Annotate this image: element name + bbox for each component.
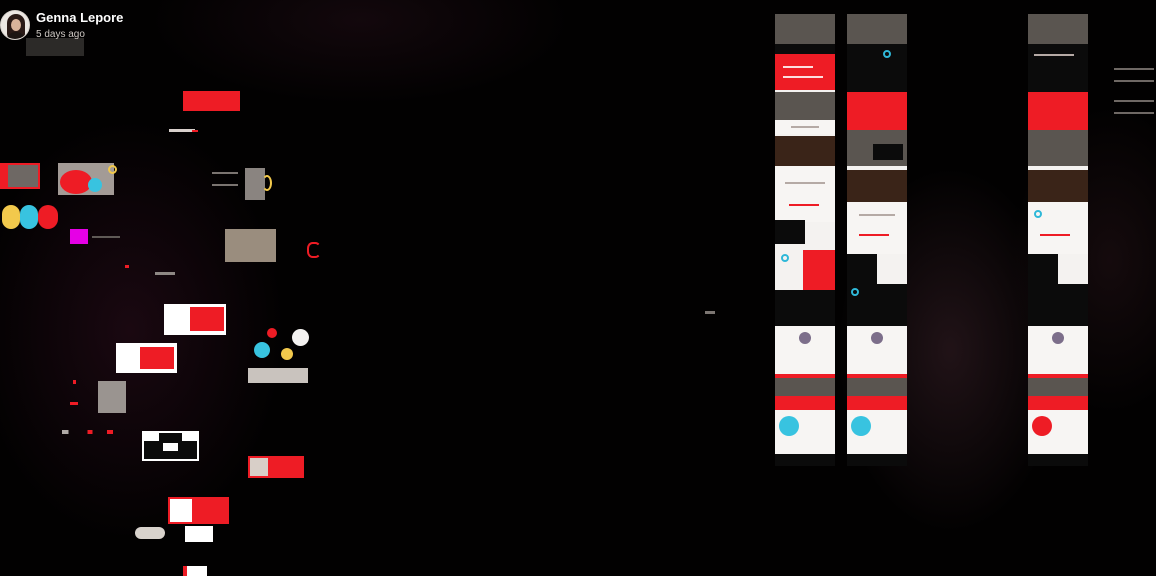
cyan-dot xyxy=(254,342,270,358)
red-pill xyxy=(38,205,58,229)
red-tiny-card xyxy=(183,566,207,576)
edge-text xyxy=(1114,100,1154,114)
group-photo xyxy=(225,229,276,262)
cyan-circle-badge xyxy=(88,178,102,192)
post-timestamp: 5 days ago xyxy=(36,29,85,40)
cursor-mark xyxy=(705,311,715,314)
bw-grid-cell xyxy=(163,443,178,451)
tiny-red xyxy=(125,265,129,268)
red-mini xyxy=(73,380,76,384)
cyan-pill xyxy=(20,205,38,229)
edge-text xyxy=(1114,68,1154,82)
small-bar-red xyxy=(192,130,198,132)
yellow-pill xyxy=(2,205,20,229)
avatar[interactable] xyxy=(0,10,30,40)
bw-grid-cell xyxy=(144,433,159,441)
author-name[interactable]: Genna Lepore xyxy=(36,10,123,25)
white-dot xyxy=(292,329,309,346)
swatch-label xyxy=(92,236,120,238)
red-banner xyxy=(183,91,240,111)
magenta-swatch xyxy=(70,229,88,244)
photo-strip xyxy=(248,368,308,383)
white-card-red-inner xyxy=(190,307,224,331)
bw-grid-cell xyxy=(182,433,197,441)
text-snippet xyxy=(212,172,238,186)
white-label xyxy=(185,526,213,542)
red-dot xyxy=(267,328,277,338)
design-screen-1[interactable] xyxy=(775,14,835,466)
photo-card xyxy=(8,165,38,187)
tiny-text xyxy=(155,272,175,275)
thumbnail-photo xyxy=(26,38,84,56)
white-card-inner xyxy=(140,347,174,369)
yellow-arc xyxy=(262,175,272,191)
icon-row xyxy=(62,430,126,434)
pill-buttons xyxy=(135,527,165,539)
portrait-thumb xyxy=(250,458,268,476)
design-screen-2[interactable] xyxy=(847,14,907,466)
yellow-dot xyxy=(281,348,293,360)
bw-photo xyxy=(98,381,126,413)
design-canvas[interactable] xyxy=(0,0,1156,576)
design-screen-3[interactable] xyxy=(1028,14,1088,466)
red-mini-2 xyxy=(70,402,78,405)
red-collage-photo xyxy=(170,499,192,522)
yellow-ring xyxy=(108,165,117,174)
red-scribble xyxy=(307,242,321,258)
red-circle-badge xyxy=(60,170,92,194)
